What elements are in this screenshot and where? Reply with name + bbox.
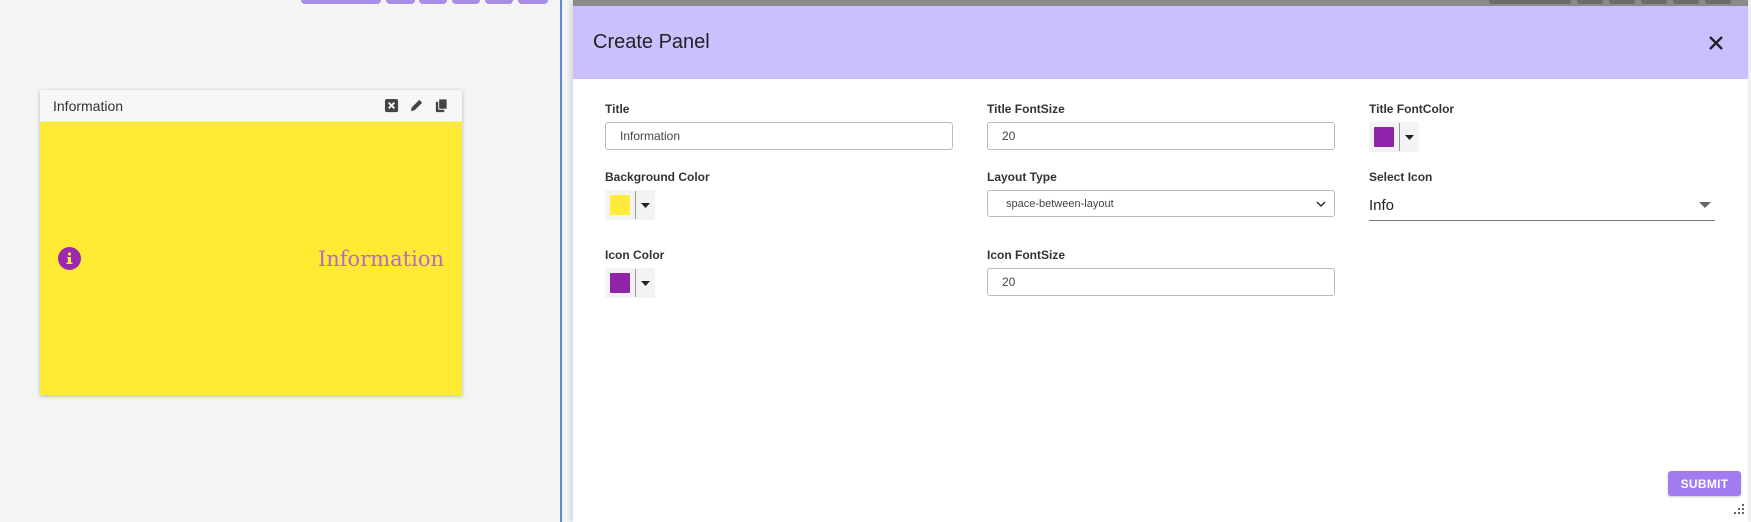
background-color-field: Background Color [605, 170, 710, 220]
widget-body: Information [40, 122, 462, 395]
color-swatch [610, 273, 630, 293]
panel-title: Create Panel [593, 31, 710, 53]
close-icon[interactable] [1704, 31, 1728, 55]
icon-color-picker[interactable] [605, 268, 655, 298]
widget-header: Information [40, 90, 462, 122]
icon-fontsize-label: Icon FontSize [987, 248, 1065, 262]
copy-icon[interactable] [434, 98, 449, 113]
caret-down-icon [636, 202, 655, 208]
resize-handle-icon[interactable] [1733, 503, 1745, 515]
title-fontsize-label: Title FontSize [987, 102, 1065, 116]
panel-header: Create Panel [573, 6, 1748, 79]
title-fontcolor-field: Title FontColor [1369, 102, 1454, 152]
title-fontcolor-picker[interactable] [1369, 122, 1419, 152]
select-icon-value: Info [1369, 196, 1395, 214]
panel-divider [560, 0, 562, 522]
background-color-picker[interactable] [605, 190, 655, 220]
caret-down-icon [636, 280, 655, 286]
widget-card[interactable]: Information Information [40, 90, 462, 395]
toolbar-button-stub[interactable] [485, 0, 513, 4]
info-icon [58, 247, 81, 270]
color-swatch [610, 195, 630, 215]
toolbar-button-stub[interactable] [518, 0, 548, 4]
background-color-label: Background Color [605, 170, 710, 184]
title-label: Title [605, 102, 630, 116]
icon-fontsize-input[interactable] [987, 268, 1335, 296]
caret-down-icon [1400, 134, 1419, 140]
chevron-down-icon [1316, 200, 1326, 207]
select-icon-label: Select Icon [1369, 170, 1433, 184]
title-fontsize-field: Title FontSize [987, 102, 1335, 150]
toolbar-button-stub[interactable] [419, 0, 447, 4]
widget-header-title: Information [53, 97, 124, 114]
clear-icon[interactable] [384, 98, 399, 113]
title-input[interactable] [605, 122, 953, 150]
submit-button[interactable]: SUBMIT [1668, 471, 1741, 496]
title-field: Title [605, 102, 953, 150]
icon-color-field: Icon Color [605, 248, 664, 298]
layout-type-select[interactable]: space-between-layout [987, 190, 1335, 217]
title-fontsize-input[interactable] [987, 122, 1335, 150]
layout-type-field: Layout Type space-between-layout [987, 170, 1335, 217]
widget-tools [384, 98, 449, 113]
toolbar-button-stub[interactable] [386, 0, 415, 4]
select-icon-field: Select Icon Info [1369, 170, 1715, 221]
toolbar-button-stub[interactable] [452, 0, 480, 4]
layout-type-value: space-between-layout [1006, 197, 1114, 210]
create-panel: Create Panel Title Title FontSize Title … [573, 0, 1748, 522]
widget-body-title: Information [317, 246, 444, 271]
icon-color-label: Icon Color [605, 248, 665, 262]
layout-type-label: Layout Type [987, 170, 1057, 184]
edit-icon[interactable] [409, 98, 424, 113]
caret-down-icon [1699, 202, 1711, 208]
select-icon-dropdown[interactable]: Info [1369, 190, 1715, 221]
toolbar-button-stub[interactable] [301, 0, 381, 4]
title-fontcolor-label: Title FontColor [1369, 102, 1455, 116]
color-swatch [1374, 127, 1394, 147]
icon-fontsize-field: Icon FontSize [987, 248, 1335, 296]
